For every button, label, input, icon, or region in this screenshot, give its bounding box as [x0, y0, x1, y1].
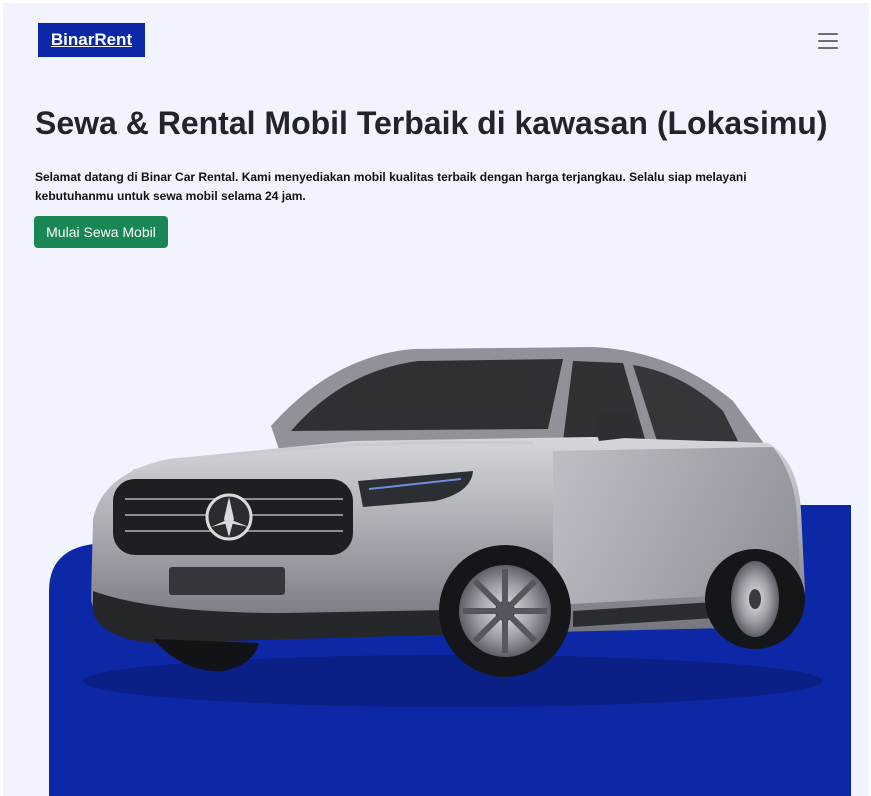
navbar: BinarRent: [3, 3, 869, 79]
hero-car-visual: [33, 261, 853, 796]
menu-line-top: [818, 33, 838, 35]
hero-title: Sewa & Rental Mobil Terbaik di kawasan (…: [35, 105, 828, 141]
car-windshield: [291, 359, 563, 431]
hamburger-menu-icon[interactable]: [813, 29, 843, 53]
rear-wheel-hub: [749, 589, 761, 609]
menu-line-middle: [818, 40, 838, 42]
brand-logo-link[interactable]: BinarRent: [38, 23, 145, 57]
hero-car-svg: [49, 347, 851, 796]
page: BinarRent Sewa & Rental Mobil Terbaik di…: [3, 3, 869, 796]
hero-description: Selamat datang di Binar Car Rental. Kami…: [35, 170, 747, 203]
menu-line-bottom: [818, 47, 838, 49]
start-rental-button[interactable]: Mulai Sewa Mobil: [34, 216, 168, 248]
license-plate: [169, 567, 285, 595]
front-wheel-spokes: [463, 569, 547, 653]
